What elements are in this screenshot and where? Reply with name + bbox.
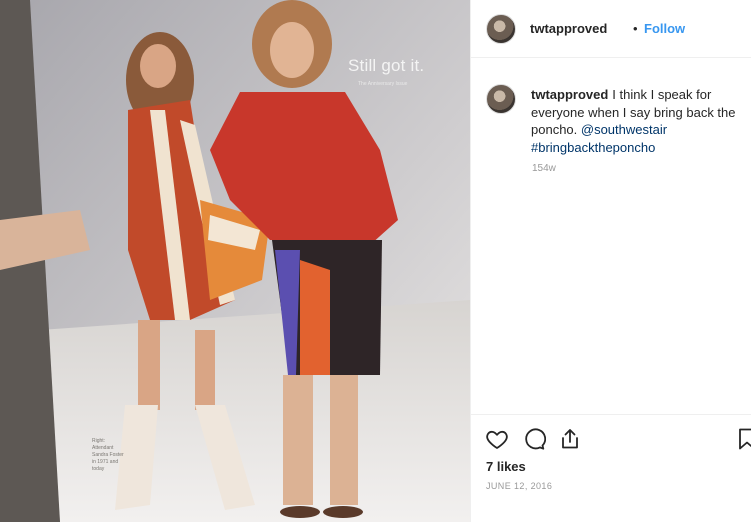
magazine-subheadline: The Anniversary Issue: [358, 81, 408, 87]
magazine-caption: Right: Attendant Sandra Foster in 1971 a…: [92, 438, 124, 472]
follow-button[interactable]: Follow: [644, 21, 685, 36]
post-photo[interactable]: Still got it. The Anniversary Issue Righ…: [0, 0, 470, 522]
instagram-post: Still got it. The Anniversary Issue Righ…: [0, 0, 751, 522]
post-header: twtapproved • Follow: [471, 0, 751, 58]
post-actions: 7 likes JUNE 12, 2016: [471, 414, 751, 523]
magazine-headline: Still got it.: [348, 56, 425, 75]
post-date[interactable]: JUNE 12, 2016: [486, 481, 552, 491]
magazine-photo-illustration: [0, 0, 470, 522]
hashtag-link[interactable]: #bringbacktheponcho: [531, 140, 655, 155]
comment-icon[interactable]: [522, 427, 546, 451]
comment-timestamp[interactable]: 154w: [532, 163, 556, 174]
likes-count[interactable]: 7 likes: [486, 459, 526, 474]
mention-link[interactable]: @southwestair: [581, 122, 667, 137]
share-icon[interactable]: [558, 427, 582, 451]
heart-icon[interactable]: [485, 427, 509, 451]
header-username[interactable]: twtapproved: [530, 21, 607, 36]
comment-username[interactable]: twtapproved: [531, 87, 608, 102]
post-sidebar: twtapproved • Follow twtapproved I think …: [470, 0, 751, 522]
comment-avatar[interactable]: [486, 84, 516, 114]
comment-text: twtapproved I think I speak for everyone …: [531, 86, 751, 156]
separator-dot: •: [633, 21, 638, 36]
bookmark-icon[interactable]: [735, 427, 751, 451]
avatar[interactable]: [486, 14, 516, 44]
